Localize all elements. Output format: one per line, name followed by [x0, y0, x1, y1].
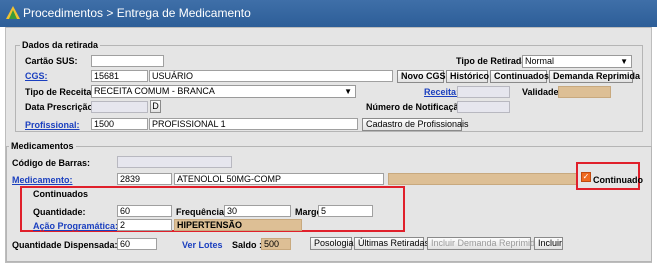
medicamento-code-input[interactable]: 2839 — [117, 173, 172, 185]
posologia-button[interactable]: Posologia — [310, 237, 354, 250]
continuado-label: Continuado — [593, 175, 643, 185]
date-picker-button[interactable]: D — [150, 100, 161, 113]
medicamentos-legend: Medicamentos — [11, 141, 74, 151]
validade-label: Validade: — [522, 87, 562, 97]
codigo-barras-label: Código de Barras: — [12, 158, 91, 168]
receita-input[interactable] — [457, 86, 510, 98]
continuados-button[interactable]: Continuados — [490, 70, 549, 83]
chevron-down-icon: ▼ — [620, 57, 628, 66]
acao-code-input[interactable]: 2 — [117, 219, 172, 231]
incluir-demanda-reprimida-button[interactable]: Incluir Demanda Reprimida — [427, 237, 540, 250]
frequencia-label: Frequência: — [176, 207, 228, 217]
saldo-label: Saldo : — [232, 240, 263, 250]
tipo-retirada-label: Tipo de Retirada: — [456, 56, 530, 66]
frequencia-input[interactable]: 30 — [224, 205, 291, 217]
acao-programatica-link[interactable]: Ação Programática: — [33, 221, 118, 231]
profissional-code-input[interactable]: 1500 — [91, 118, 148, 130]
demanda-reprimida-button[interactable]: Demanda Reprimida — [549, 70, 640, 83]
cartao-sus-label: Cartão SUS: — [25, 56, 78, 66]
tipo-receita-select[interactable]: RECEITA COMUM - BRANCA ▼ — [91, 85, 356, 98]
incluir-button[interactable]: Incluir — [534, 237, 563, 250]
chevron-down-icon: ▼ — [344, 87, 352, 96]
cadastro-profissionais-button[interactable]: Cadastro de Profissionais — [362, 118, 469, 131]
tipo-retirada-value: Normal — [525, 56, 555, 66]
cgs-code-input[interactable]: 15681 — [91, 70, 148, 82]
notificacao-input[interactable] — [457, 101, 510, 113]
tipo-receita-value: RECEITA COMUM - BRANCA — [94, 86, 215, 96]
cartao-sus-input[interactable] — [91, 55, 164, 67]
profissional-name-input[interactable]: PROFISSIONAL 1 — [149, 118, 358, 130]
codigo-barras-input[interactable] — [117, 156, 232, 168]
qtd-dispensada-label: Quantidade Dispensada: — [12, 240, 118, 250]
medicamento-extra-input — [388, 173, 578, 185]
ver-lotes-link[interactable]: Ver Lotes — [182, 240, 223, 250]
data-prescricao-label: Data Prescrição: — [25, 102, 97, 112]
continuados-legend: Continuados — [33, 189, 88, 199]
page-title: Procedimentos > Entrega de Medicamento — [23, 6, 251, 20]
continuado-checkbox[interactable]: ✓ — [581, 172, 591, 182]
saldo-input: 500 — [261, 238, 291, 250]
profissional-link[interactable]: Profissional: — [25, 120, 80, 130]
margem-input[interactable]: 5 — [318, 205, 373, 217]
tipo-retirada-select[interactable]: Normal ▼ — [522, 55, 632, 68]
cgs-name-input[interactable]: USUÁRIO — [149, 70, 393, 82]
cgs-link[interactable]: CGS: — [25, 71, 48, 81]
historico-button[interactable]: Histórico — [446, 70, 489, 83]
data-prescricao-input[interactable] — [91, 101, 148, 113]
novo-cgs-button[interactable]: Novo CGS — [397, 70, 446, 83]
notificacao-label: Número de Notificação: — [366, 102, 468, 112]
validade-input — [558, 86, 611, 98]
medicamento-link[interactable]: Medicamento: — [12, 175, 73, 185]
ultimas-retiradas-button[interactable]: Últimas Retiradas — [354, 237, 429, 250]
main-panel: Dados da retirada Cartão SUS: Tipo de Re… — [5, 27, 652, 263]
tipo-receita-label: Tipo de Receita: — [25, 87, 95, 97]
medicamento-name-input[interactable]: ATENOLOL 50MG-COMP — [174, 173, 384, 185]
title-bar: Procedimentos > Entrega de Medicamento — [0, 0, 657, 27]
qtd-dispensada-input[interactable]: 60 — [117, 238, 157, 250]
receita-link[interactable]: Receita: — [424, 87, 459, 97]
quantidade-label: Quantidade: — [33, 207, 86, 217]
retirada-legend: Dados da retirada — [22, 40, 99, 50]
quantidade-input[interactable]: 60 — [117, 205, 172, 217]
acao-name-input: HIPERTENSÃO — [174, 219, 302, 231]
app-logo-icon — [6, 6, 20, 19]
